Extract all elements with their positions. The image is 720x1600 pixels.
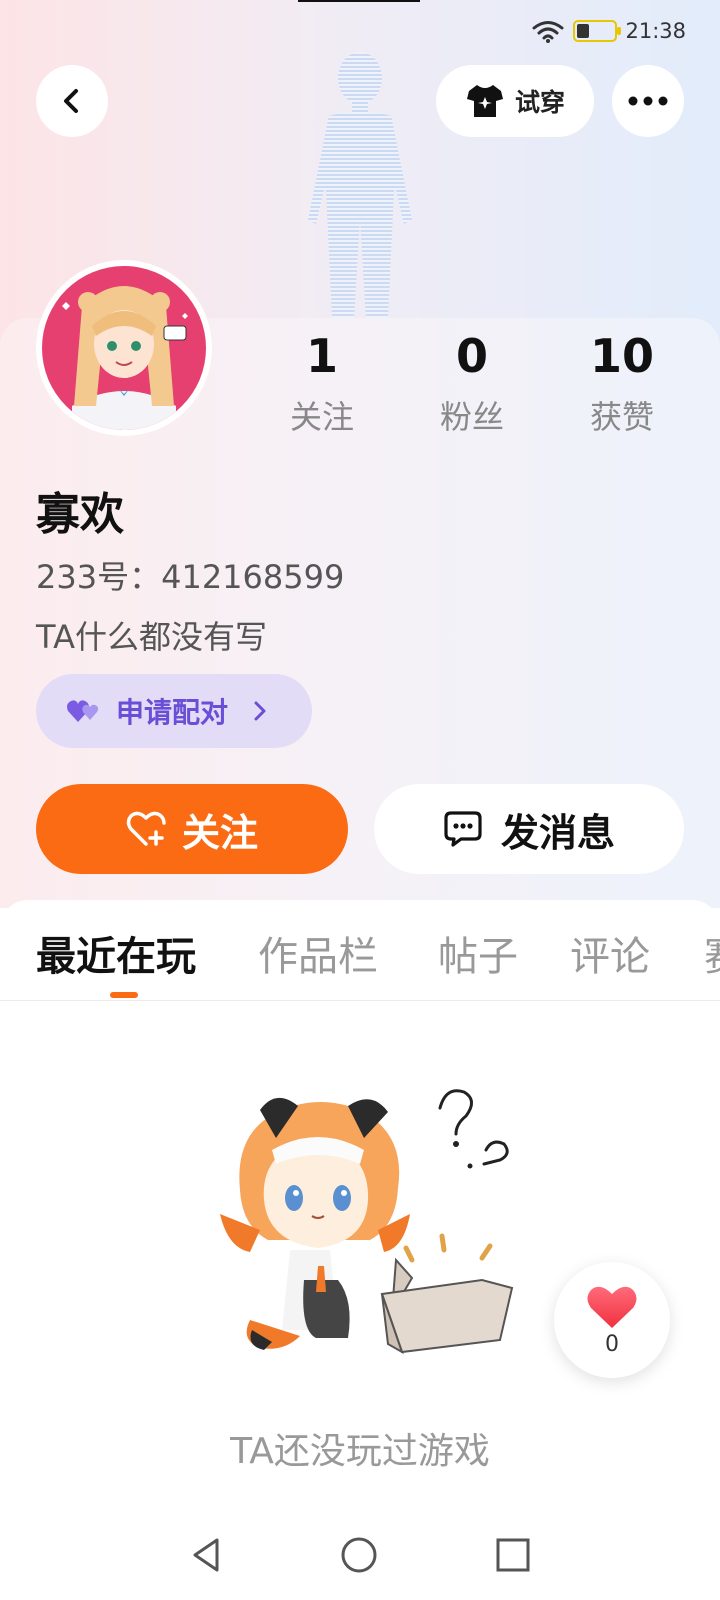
stat-followers[interactable]: 0 粉丝	[412, 330, 532, 438]
follow-label: 关注	[181, 810, 258, 855]
heart-plus-icon	[126, 811, 166, 846]
more-dots-icon	[628, 96, 668, 106]
stat-followers-label: 粉丝	[439, 398, 504, 436]
avatar-illustration	[42, 266, 206, 430]
floating-like-button[interactable]: 0	[554, 1262, 670, 1378]
profile-tabs: 最近在玩 作品栏 帖子 评论 赛	[0, 924, 720, 1000]
tab-recently-played[interactable]: 最近在玩	[36, 924, 196, 982]
uid-value[interactable]: 412168599	[161, 558, 344, 596]
camera-notch	[298, 0, 420, 2]
profile-name: 寡欢	[36, 489, 124, 540]
back-button[interactable]	[36, 65, 108, 137]
tshirt-icon	[466, 85, 503, 117]
pair-request-label: 申请配对	[116, 696, 229, 729]
tab-comments[interactable]: 评论	[570, 924, 650, 982]
wifi-icon	[532, 21, 564, 43]
uid-label: 233号：	[36, 558, 162, 596]
heart-icon	[587, 1286, 637, 1328]
try-on-label: 试穿	[514, 88, 565, 117]
tab-active-indicator	[110, 992, 138, 998]
nav-back-icon[interactable]	[189, 1536, 223, 1574]
tab-more[interactable]: 赛	[704, 924, 720, 982]
profile-uid: 233号：412168599	[36, 552, 344, 598]
like-count: 0	[605, 1331, 619, 1357]
try-on-button[interactable]: 试穿	[436, 65, 594, 137]
stat-following[interactable]: 1 关注	[262, 330, 382, 438]
double-heart-icon	[67, 700, 99, 722]
avatar[interactable]	[36, 260, 212, 436]
status-time: 21:38	[625, 19, 686, 43]
stat-following-label: 关注	[289, 398, 354, 436]
stat-likes-label: 获赞	[589, 398, 654, 436]
nav-home-icon[interactable]	[340, 1536, 378, 1574]
send-message-label: 发消息	[500, 810, 615, 855]
more-button[interactable]	[612, 65, 684, 137]
follow-button[interactable]: 关注	[36, 784, 348, 874]
send-message-button[interactable]: 发消息	[374, 784, 684, 874]
empty-state-illustration	[220, 1089, 514, 1355]
tab-works[interactable]: 作品栏	[258, 924, 378, 982]
back-arrow-icon	[64, 89, 78, 113]
chat-bubble-icon	[444, 811, 482, 847]
stat-followers-value: 0	[455, 329, 488, 383]
nav-recents-icon[interactable]	[495, 1537, 531, 1573]
stat-following-value: 1	[305, 329, 338, 383]
chevron-right-icon	[254, 701, 266, 721]
system-nav-bar	[0, 1510, 720, 1600]
stat-likes[interactable]: 10 获赞	[562, 330, 682, 438]
profile-bio: TA什么都没有写	[36, 618, 267, 656]
tab-posts[interactable]: 帖子	[438, 924, 518, 982]
battery-icon	[573, 20, 622, 42]
empty-state-text: TA还没玩过游戏	[230, 1431, 490, 1472]
stat-likes-value: 10	[589, 329, 654, 383]
status-bar: 21:38	[531, 16, 686, 46]
hologram-figure	[308, 52, 412, 320]
pair-request-button[interactable]: 申请配对	[36, 674, 312, 748]
tabs-divider	[0, 1000, 720, 1001]
